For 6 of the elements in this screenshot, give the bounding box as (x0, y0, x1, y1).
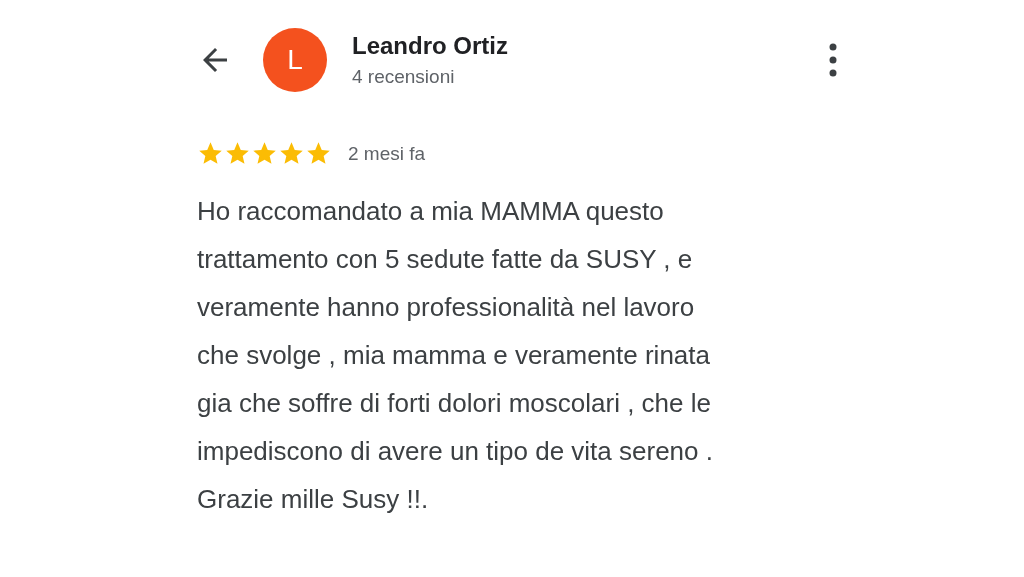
review-date: 2 mesi fa (348, 142, 426, 165)
avatar: L (263, 28, 327, 92)
reviewer-name: Leandro Ortiz (352, 32, 509, 60)
more-icon[interactable] (829, 42, 837, 78)
review-count: 4 recensioni (352, 66, 456, 88)
review-text: Ho raccomandato a mia MAMMA questo trattamento con 5 sedute fatte da SUSY , e veramente hanno professionalità nel lavoro che svolge , mia mamma e veramente rinata gia che soffre di forti dolori moscolari , che le impediscono di avere un tipo de vita sereno . Grazie mille Susy !!. (197, 195, 714, 516)
